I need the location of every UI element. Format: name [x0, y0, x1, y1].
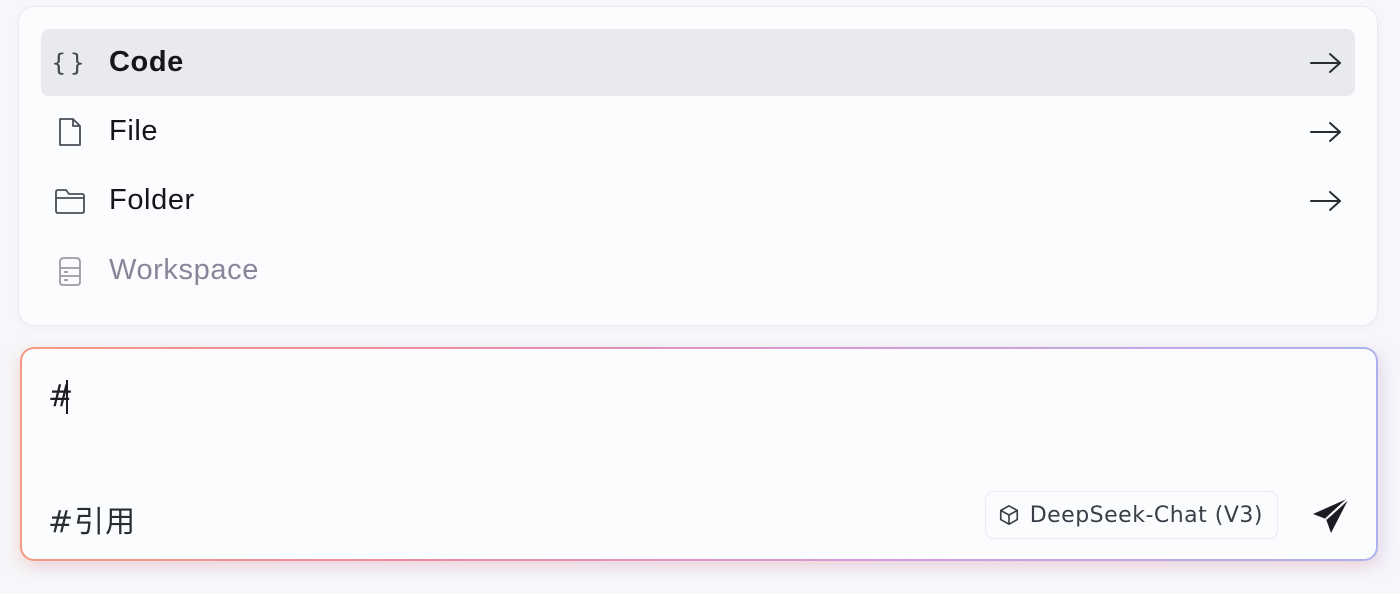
arrow-right-icon [1310, 190, 1341, 211]
paper-plane-icon [1313, 497, 1350, 533]
arrow-right-icon [1310, 52, 1341, 73]
menu-item-label: File [109, 115, 159, 147]
model-selector-button[interactable]: DeepSeek-Chat (V3) [984, 491, 1278, 539]
arrow-right-icon [1310, 121, 1341, 142]
chat-input-box[interactable]: # #引用 DeepSeek-Chat (V3) [20, 347, 1378, 561]
send-button[interactable] [1310, 495, 1352, 537]
chat-input-text[interactable]: # [48, 379, 73, 414]
file-icon [53, 115, 87, 149]
folder-icon [53, 184, 87, 218]
menu-item-workspace[interactable]: Workspace [41, 237, 1355, 304]
menu-item-label: Folder [109, 184, 195, 216]
chat-input-inner[interactable]: # #引用 DeepSeek-Chat (V3) [22, 349, 1376, 559]
model-selector-label: DeepSeek-Chat (V3) [1029, 502, 1263, 528]
reference-button[interactable]: #引用 [48, 497, 136, 541]
text-caret [66, 380, 68, 414]
menu-item-folder[interactable]: Folder [41, 167, 1355, 234]
menu-item-label: Code [109, 46, 184, 78]
code-braces-icon: {} [51, 48, 89, 77]
context-menu-panel: {} Code File Folder Workspace [18, 6, 1378, 326]
workspace-icon [53, 254, 87, 288]
cube-icon [999, 505, 1018, 525]
menu-item-file[interactable]: File [41, 98, 1355, 165]
menu-item-code[interactable]: {} Code [41, 29, 1355, 96]
menu-item-label: Workspace [109, 254, 259, 286]
